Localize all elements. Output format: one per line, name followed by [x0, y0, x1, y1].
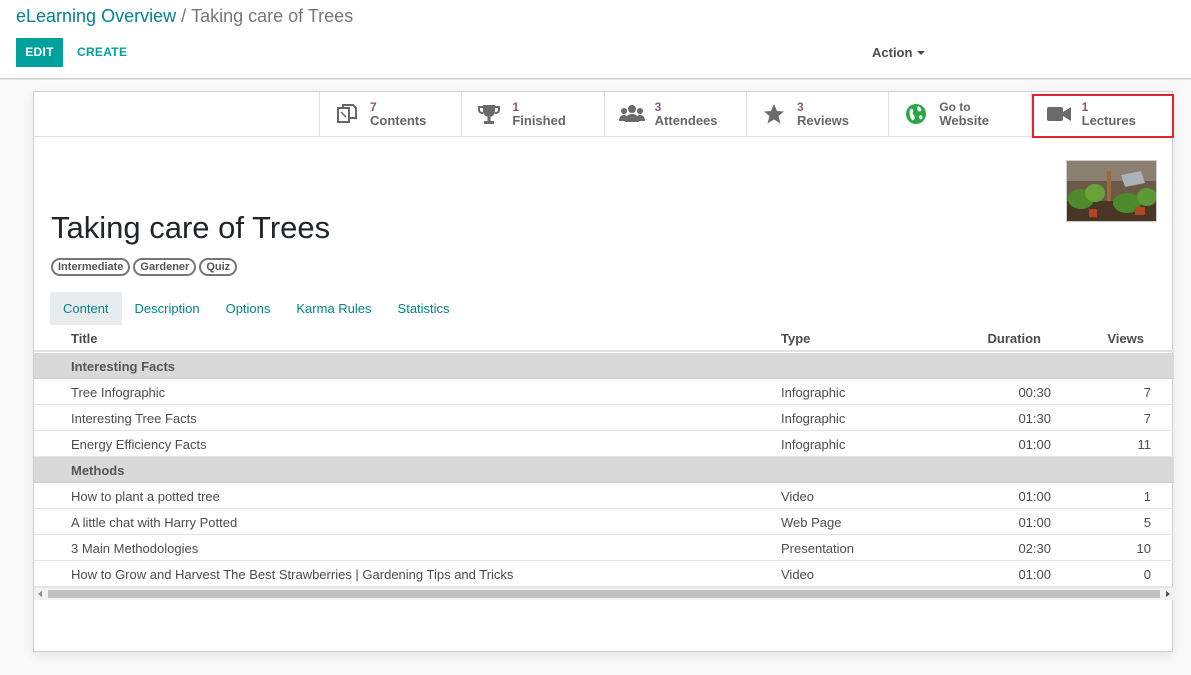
- section-row[interactable]: Interesting Facts: [34, 353, 1174, 379]
- go-to-text: Go to: [939, 100, 971, 114]
- tab-options[interactable]: Options: [213, 292, 284, 325]
- section-row[interactable]: Methods: [34, 457, 1174, 483]
- copy-icon: [334, 101, 360, 127]
- form-sheet: 7 Contents 1 Finished 3 Attendees 3 Reviews …: [33, 91, 1174, 652]
- horizontal-scrollbar[interactable]: [34, 587, 1174, 600]
- row-type: Infographic: [781, 437, 846, 452]
- row-title: Energy Efficiency Facts: [71, 437, 207, 452]
- lectures-count: 1: [1081, 100, 1089, 114]
- tab-karma-rules[interactable]: Karma Rules: [283, 292, 384, 325]
- tag-gardener[interactable]: Gardener: [133, 258, 197, 276]
- breadcrumb: eLearning Overview / Taking care of Trees: [16, 6, 353, 27]
- tab-statistics[interactable]: Statistics: [385, 292, 463, 325]
- row-views: 5: [1143, 515, 1151, 530]
- column-header-title[interactable]: Title: [71, 331, 98, 346]
- caret-down-icon: [917, 51, 926, 55]
- attendees-stat-button[interactable]: 3 Attendees: [603, 92, 746, 136]
- row-views: 10: [1136, 541, 1151, 556]
- tag-quiz[interactable]: Quiz: [199, 258, 238, 276]
- row-title: How to Grow and Harvest The Best Strawbe…: [71, 567, 514, 582]
- action-dropdown[interactable]: Action: [872, 45, 926, 60]
- go-to-website-button[interactable]: Go to Website: [888, 92, 1030, 136]
- lectures-label: Lectures: [1081, 113, 1136, 128]
- attendees-count: 3: [654, 100, 662, 114]
- table-row[interactable]: How to plant a potted tree Video 01:00 1: [34, 483, 1174, 509]
- row-duration: 01:00: [1018, 489, 1051, 504]
- breadcrumb-separator: /: [181, 6, 187, 26]
- create-button[interactable]: CREATE: [70, 38, 134, 67]
- row-title: A little chat with Harry Potted: [71, 515, 238, 530]
- control-panel: eLearning Overview / Taking care of Trees …: [0, 0, 1191, 79]
- row-type: Video: [781, 489, 815, 504]
- course-image[interactable]: [1066, 160, 1157, 222]
- users-icon: [618, 101, 645, 127]
- column-header-duration[interactable]: Duration: [988, 331, 1041, 346]
- website-label: Website: [939, 113, 989, 128]
- row-duration: 01:00: [1018, 515, 1051, 530]
- attendees-label: Attendees: [654, 113, 718, 128]
- column-header-views[interactable]: Views: [1107, 331, 1144, 346]
- row-type: Web Page: [781, 515, 842, 530]
- row-duration: 00:30: [1018, 385, 1051, 400]
- contents-count: 7: [370, 100, 377, 114]
- row-title: Tree Infographic: [71, 385, 166, 400]
- table-row[interactable]: How to Grow and Harvest The Best Strawbe…: [34, 561, 1174, 587]
- row-title: 3 Main Methodologies: [71, 541, 199, 556]
- course-title: Taking care of Trees: [51, 210, 331, 245]
- reviews-stat-button[interactable]: 3 Reviews: [745, 92, 888, 136]
- scroll-left-arrow-icon[interactable]: [38, 591, 42, 597]
- trophy-icon: [476, 101, 502, 127]
- finished-stat-button[interactable]: 1 Finished: [461, 92, 603, 136]
- row-duration: 02:30: [1018, 541, 1051, 556]
- row-views: 0: [1143, 567, 1151, 582]
- row-type: Infographic: [781, 385, 846, 400]
- course-tags: Intermediate Gardener Quiz: [51, 258, 238, 276]
- row-views: 7: [1143, 411, 1151, 426]
- row-duration: 01:00: [1018, 567, 1051, 582]
- row-views: 11: [1137, 437, 1152, 452]
- table-row[interactable]: A little chat with Harry Potted Web Page…: [34, 509, 1174, 535]
- star-icon: [761, 101, 787, 127]
- reviews-count: 3: [796, 100, 804, 114]
- content-table-body: Interesting Facts Tree Infographic Infog…: [34, 353, 1174, 587]
- edit-button[interactable]: EDIT: [16, 38, 63, 67]
- tab-description[interactable]: Description: [122, 292, 213, 325]
- row-type: Infographic: [781, 411, 846, 426]
- finished-label: Finished: [512, 113, 566, 128]
- row-title: Interesting Tree Facts: [71, 411, 197, 426]
- section-title: Interesting Facts: [71, 359, 176, 374]
- finished-count: 1: [512, 100, 520, 114]
- tag-intermediate[interactable]: Intermediate: [51, 258, 131, 276]
- reviews-label: Reviews: [796, 113, 850, 128]
- table-row[interactable]: Tree Infographic Infographic 00:30 7: [34, 379, 1174, 405]
- row-views: 1: [1143, 489, 1151, 504]
- row-type: Video: [781, 567, 815, 582]
- row-duration: 01:00: [1018, 437, 1051, 452]
- globe-icon: [903, 101, 929, 127]
- breadcrumb-current: Taking care of Trees: [191, 6, 354, 26]
- table-row[interactable]: 3 Main Methodologies Presentation 02:30 …: [34, 535, 1174, 561]
- table-header: Title Type Duration Views: [34, 326, 1174, 352]
- row-title: How to plant a potted tree: [71, 489, 220, 504]
- scrollbar-thumb[interactable]: [48, 590, 1160, 598]
- action-dropdown-label: Action: [872, 45, 913, 60]
- lectures-stat-button[interactable]: 1 Lectures: [1030, 92, 1174, 138]
- section-title: Methods: [71, 463, 125, 478]
- video-camera-icon: [1046, 101, 1072, 127]
- stat-button-box: 7 Contents 1 Finished 3 Attendees 3 Reviews …: [319, 92, 1174, 138]
- breadcrumb-parent-link[interactable]: eLearning Overview: [16, 6, 176, 26]
- scroll-right-arrow-icon[interactable]: [1166, 591, 1170, 597]
- contents-label: Contents: [370, 113, 427, 128]
- column-header-type[interactable]: Type: [781, 331, 810, 346]
- row-type: Presentation: [781, 541, 854, 556]
- row-duration: 01:30: [1018, 411, 1051, 426]
- form-tabs: Content Description Options Karma Rules …: [50, 292, 463, 325]
- table-row[interactable]: Energy Efficiency Facts Infographic 01:0…: [34, 431, 1174, 457]
- contents-stat-button[interactable]: 7 Contents: [319, 92, 461, 136]
- tab-content[interactable]: Content: [50, 292, 122, 325]
- table-row[interactable]: Interesting Tree Facts Infographic 01:30…: [34, 405, 1174, 431]
- row-views: 7: [1143, 385, 1151, 400]
